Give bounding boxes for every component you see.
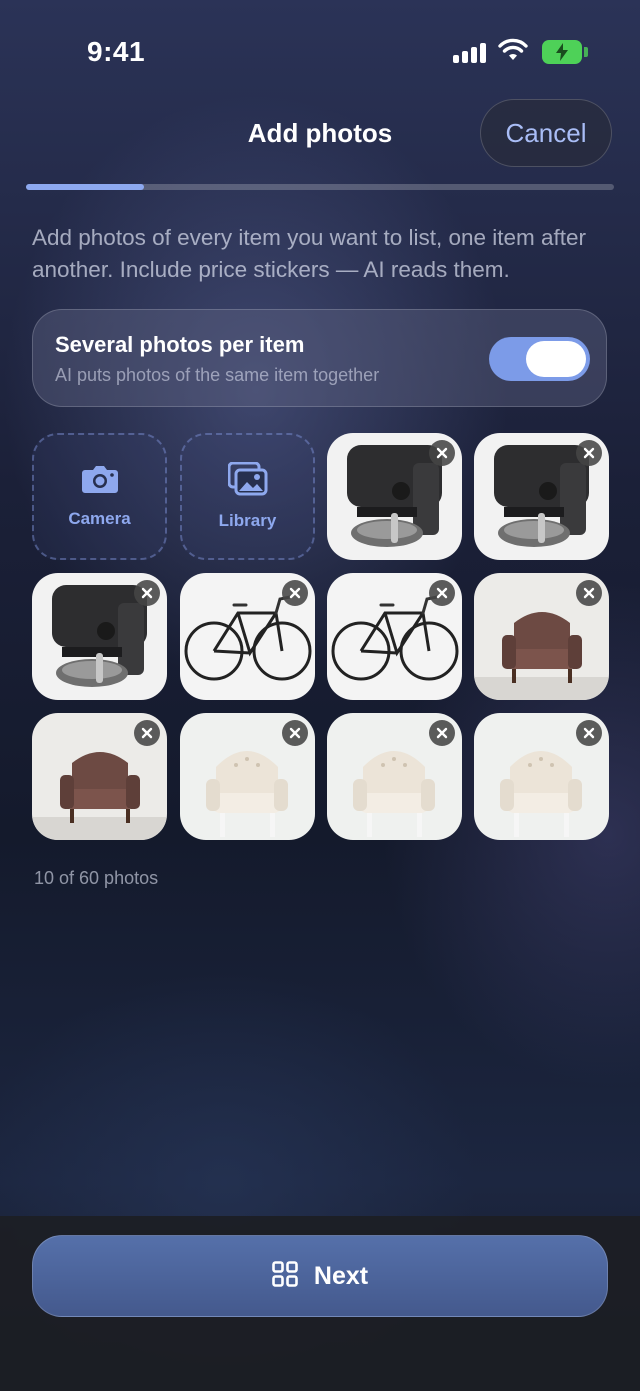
remove-photo-button[interactable] <box>576 580 602 606</box>
status-time: 9:41 <box>87 36 146 67</box>
cancel-button[interactable]: Cancel <box>480 99 612 167</box>
photo-thumbnail[interactable] <box>474 713 609 840</box>
remove-photo-button[interactable] <box>134 720 160 746</box>
close-icon <box>289 727 301 739</box>
several-photos-toggle-row[interactable]: Several photos per item AI puts photos o… <box>32 309 607 407</box>
close-icon <box>436 727 448 739</box>
battery-charging-icon <box>542 40 582 64</box>
close-icon <box>141 727 153 739</box>
camera-icon <box>81 464 119 499</box>
photo-thumbnail[interactable] <box>327 573 462 700</box>
close-icon <box>583 727 595 739</box>
remove-photo-button[interactable] <box>429 440 455 466</box>
grid-icon <box>272 1260 298 1292</box>
several-photos-switch[interactable] <box>489 337 590 381</box>
close-icon <box>141 587 153 599</box>
remove-photo-button[interactable] <box>576 440 602 466</box>
library-label: Library <box>218 511 277 530</box>
close-icon <box>436 447 448 459</box>
instructions-text: Add photos of every item you want to lis… <box>32 225 587 282</box>
wifi-icon <box>498 38 528 67</box>
remove-photo-button[interactable] <box>576 720 602 746</box>
camera-button[interactable]: Camera <box>32 433 167 560</box>
photo-thumbnail[interactable] <box>474 433 609 560</box>
library-button[interactable]: Library <box>180 433 315 560</box>
photo-thumbnail[interactable] <box>327 713 462 840</box>
photo-thumbnail[interactable] <box>32 573 167 700</box>
toggle-title: Several photos per item <box>55 332 305 357</box>
remove-photo-button[interactable] <box>282 720 308 746</box>
remove-photo-button[interactable] <box>282 580 308 606</box>
remove-photo-button[interactable] <box>429 580 455 606</box>
switch-knob <box>526 341 586 377</box>
cellular-signal-icon <box>453 43 486 63</box>
photo-thumbnail[interactable] <box>180 713 315 840</box>
toggle-subtitle: AI puts photos of the same item together <box>55 365 380 385</box>
remove-photo-button[interactable] <box>429 720 455 746</box>
camera-label: Camera <box>68 509 131 528</box>
progress-bar <box>26 184 614 190</box>
battery-tip <box>584 47 588 57</box>
photo-thumbnail[interactable] <box>32 713 167 840</box>
photo-count: 10 of 60 photos <box>34 868 159 888</box>
remove-photo-button[interactable] <box>134 580 160 606</box>
next-label: Next <box>313 1261 369 1290</box>
photo-thumbnail[interactable] <box>327 433 462 560</box>
close-icon <box>289 587 301 599</box>
close-icon <box>583 447 595 459</box>
photo-thumbnail[interactable] <box>474 573 609 700</box>
photo-library-icon <box>227 461 268 501</box>
next-button[interactable]: Next <box>32 1235 608 1317</box>
progress-fill <box>26 184 144 190</box>
close-icon <box>436 587 448 599</box>
close-icon <box>583 587 595 599</box>
photo-thumbnail[interactable] <box>180 573 315 700</box>
